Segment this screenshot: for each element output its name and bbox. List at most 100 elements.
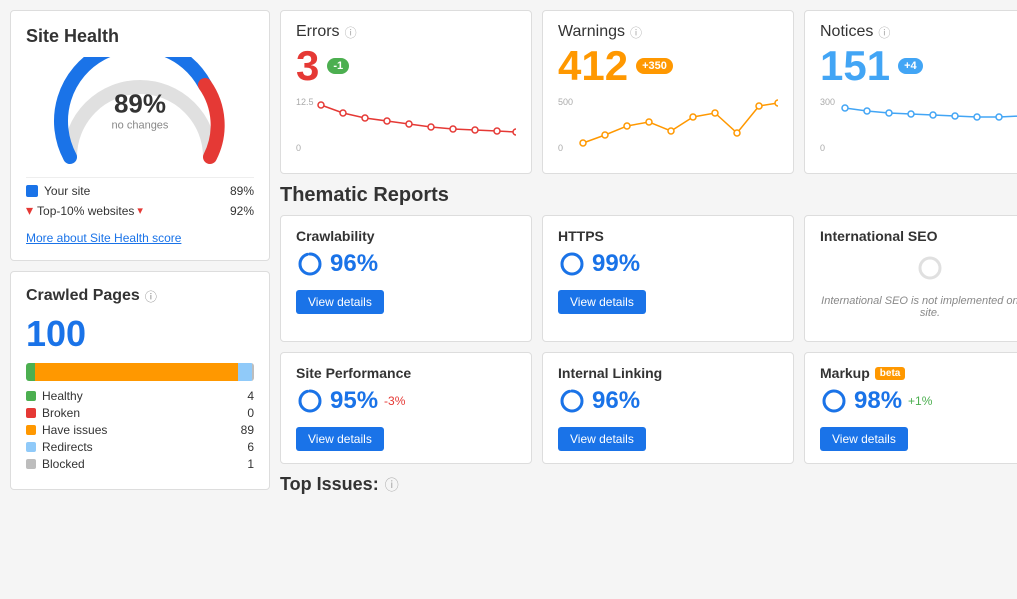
legend-your-site: Your site 89% bbox=[26, 184, 254, 198]
issues-dot bbox=[26, 425, 36, 435]
internal-linking-view-details[interactable]: View details bbox=[558, 427, 646, 451]
your-site-value: 89% bbox=[230, 184, 254, 198]
blocked-value: 1 bbox=[247, 457, 254, 471]
markup-circle-icon bbox=[820, 387, 848, 415]
svg-text:0: 0 bbox=[558, 143, 563, 153]
left-panel: Site Health 89% no changes bbox=[10, 10, 270, 589]
site-performance-title: Site Performance bbox=[296, 365, 516, 381]
intl-seo-desc: International SEO is not implemented on … bbox=[820, 295, 1017, 319]
intl-seo-title: International SEO bbox=[820, 228, 1017, 244]
top10-down-icon: ▾ bbox=[137, 204, 143, 217]
markup-score-row: 98% +1% bbox=[820, 387, 1017, 415]
errors-label: Errors bbox=[296, 23, 340, 41]
site-performance-change: -3% bbox=[384, 394, 405, 408]
https-score-row: 99% bbox=[558, 250, 778, 278]
errors-badge: -1 bbox=[327, 58, 349, 74]
errors-title: Errors ⓘ bbox=[296, 23, 516, 41]
thematic-section: Thematic Reports Crawlability 96% View d… bbox=[280, 184, 1017, 464]
redirects-dot bbox=[26, 442, 36, 452]
errors-number-row: 3 -1 bbox=[296, 45, 516, 87]
notices-card: Notices ⓘ 151 +4 300 0 bbox=[804, 10, 1017, 174]
broken-value: 0 bbox=[247, 406, 254, 420]
crawlability-title: Crawlability bbox=[296, 228, 516, 244]
errors-card: Errors ⓘ 3 -1 12.5 0 bbox=[280, 10, 532, 174]
site-performance-score: 95% bbox=[330, 387, 378, 415]
thematic-title: Thematic Reports bbox=[280, 184, 1017, 207]
warnings-card: Warnings ⓘ 412 +350 500 0 bbox=[542, 10, 794, 174]
https-score: 99% bbox=[592, 250, 640, 278]
internal-linking-title: Internal Linking bbox=[558, 365, 778, 381]
internal-linking-score-row: 96% bbox=[558, 387, 778, 415]
warnings-number: 412 bbox=[558, 45, 628, 87]
internal-linking-circle-icon bbox=[558, 387, 586, 415]
errors-chart: 12.5 0 bbox=[296, 93, 516, 161]
svg-text:0: 0 bbox=[296, 143, 301, 153]
intl-seo-circle-icon bbox=[916, 254, 944, 282]
top10-arrow-icon: ▾ bbox=[26, 202, 33, 219]
bar-issues bbox=[35, 363, 238, 381]
notices-info-icon[interactable]: ⓘ bbox=[878, 24, 890, 41]
errors-number: 3 bbox=[296, 45, 319, 87]
top-issues-info-icon: ⓘ bbox=[385, 475, 399, 495]
markup-change: +1% bbox=[908, 394, 932, 408]
top-issues-row: Top Issues: ⓘ bbox=[280, 474, 1017, 495]
markup-view-details[interactable]: View details bbox=[820, 427, 908, 451]
reports-grid: Crawlability 96% View details HTTPS bbox=[280, 215, 1017, 464]
site-performance-label: Site Performance bbox=[296, 365, 411, 381]
intl-seo-label: International SEO bbox=[820, 228, 937, 244]
warnings-label: Warnings bbox=[558, 23, 625, 41]
svg-text:300: 300 bbox=[820, 97, 835, 107]
legend-redirects: Redirects 6 bbox=[26, 440, 254, 454]
blocked-dot bbox=[26, 459, 36, 469]
gauge-container: 89% no changes bbox=[26, 57, 254, 167]
https-circle-icon bbox=[558, 250, 586, 278]
crawlability-score: 96% bbox=[330, 250, 378, 278]
markup-title: Markup beta bbox=[820, 365, 1017, 381]
svg-text:0: 0 bbox=[820, 143, 825, 153]
report-https: HTTPS 99% View details bbox=[542, 215, 794, 342]
crawlability-score-row: 96% bbox=[296, 250, 516, 278]
redirects-label: Redirects bbox=[42, 440, 93, 454]
legend-healthy: Healthy 4 bbox=[26, 389, 254, 403]
svg-text:12.5: 12.5 bbox=[296, 97, 314, 107]
report-markup: Markup beta 98% +1% View details bbox=[804, 352, 1017, 464]
crawlability-circle-icon bbox=[296, 250, 324, 278]
top-issues-title: Top Issues: bbox=[280, 474, 379, 495]
crawled-pages-title: Crawled Pages bbox=[26, 287, 140, 305]
markup-score: 98% bbox=[854, 387, 902, 415]
blocked-label: Blocked bbox=[42, 457, 85, 471]
notices-badge: +4 bbox=[898, 58, 923, 74]
notices-chart: 300 0 bbox=[820, 93, 1017, 161]
crawled-info-icon: ⓘ bbox=[145, 288, 157, 305]
gauge-center: 89% no changes bbox=[112, 88, 169, 131]
site-performance-view-details[interactable]: View details bbox=[296, 427, 384, 451]
internal-linking-label: Internal Linking bbox=[558, 365, 662, 381]
notices-number: 151 bbox=[820, 45, 890, 87]
broken-dot bbox=[26, 408, 36, 418]
gauge-label: no changes bbox=[112, 119, 169, 131]
issues-label: Have issues bbox=[42, 423, 107, 437]
bar-redirects bbox=[238, 363, 252, 381]
broken-label: Broken bbox=[42, 406, 80, 420]
https-label: HTTPS bbox=[558, 228, 604, 244]
errors-info-icon[interactable]: ⓘ bbox=[345, 24, 357, 41]
healthy-dot bbox=[26, 391, 36, 401]
crawlability-view-details[interactable]: View details bbox=[296, 290, 384, 314]
site-performance-score-row: 95% -3% bbox=[296, 387, 516, 415]
https-title: HTTPS bbox=[558, 228, 778, 244]
crawled-count: 100 bbox=[26, 313, 254, 355]
redirects-value: 6 bbox=[247, 440, 254, 454]
stats-row: Errors ⓘ 3 -1 12.5 0 bbox=[280, 10, 1017, 174]
bar-healthy bbox=[26, 363, 35, 381]
healthy-value: 4 bbox=[247, 389, 254, 403]
crawled-legend: Healthy 4 Broken 0 Have issues bbox=[26, 389, 254, 471]
svg-text:500: 500 bbox=[558, 97, 573, 107]
warnings-info-icon[interactable]: ⓘ bbox=[630, 24, 642, 41]
https-view-details[interactable]: View details bbox=[558, 290, 646, 314]
top10-label: Top-10% websites bbox=[37, 204, 134, 218]
report-intl-seo: International SEO International SEO is n… bbox=[804, 215, 1017, 342]
bar-blocked bbox=[252, 363, 254, 381]
markup-label: Markup bbox=[820, 365, 870, 381]
internal-linking-score: 96% bbox=[592, 387, 640, 415]
more-about-link[interactable]: More about Site Health score bbox=[26, 231, 181, 245]
